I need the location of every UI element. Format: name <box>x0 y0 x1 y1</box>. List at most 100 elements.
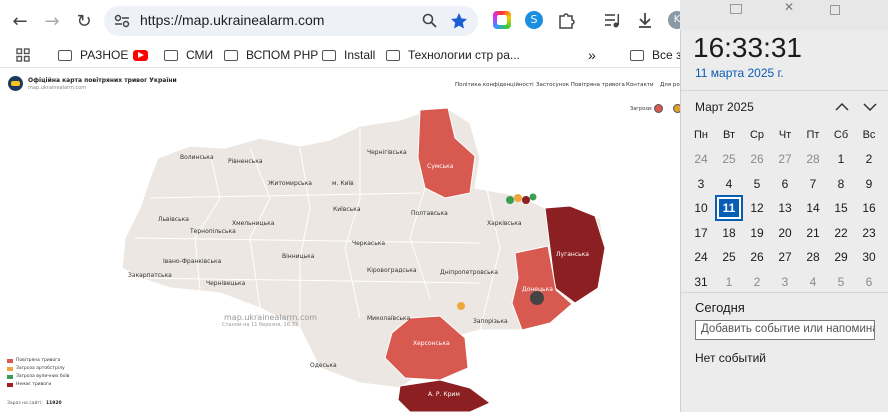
restore-icon[interactable] <box>730 4 742 14</box>
bookmark-folder-install[interactable]: Install <box>322 46 375 64</box>
zoom-icon[interactable] <box>422 13 438 29</box>
clock-time: 16:33:31 <box>693 32 802 63</box>
label-zhytomyrska: Житомирська <box>268 180 312 187</box>
legend-street-fights: Загроза вуличних боїв <box>7 374 69 379</box>
calendar-day[interactable]: 26 <box>743 147 771 171</box>
legend-no-alert: Немає тривоги <box>7 382 51 387</box>
calendar-day[interactable]: 22 <box>827 221 855 245</box>
reload-icon[interactable]: ↻ <box>72 9 96 33</box>
web-page: Офіційна карта повітряних тривог України… <box>0 68 680 412</box>
label-kharkivska: Харківська <box>487 220 522 227</box>
calendar-day[interactable]: 23 <box>855 221 883 245</box>
current-date-link[interactable]: 11 марта 2025 г. <box>695 66 784 80</box>
calendar-day[interactable]: 26 <box>743 245 771 269</box>
close-window-icon[interactable]: ✕ <box>784 0 794 14</box>
apps-grid-icon[interactable] <box>16 46 30 64</box>
bookmark-folder-raznoe[interactable]: РАЗНОЕ <box>58 46 128 64</box>
label-dnipropetrovska: Дніпропетровська <box>440 269 498 276</box>
download-icon[interactable] <box>636 11 654 29</box>
calendar-day[interactable]: 4 <box>715 172 743 196</box>
more-bookmarks-icon[interactable]: » <box>588 46 596 64</box>
extension-color-icon[interactable] <box>493 11 511 29</box>
calendar-day[interactable]: 10 <box>687 196 715 220</box>
add-event-input[interactable]: Добавить событие или напоминание <box>695 320 875 340</box>
legend-swatch <box>7 382 13 387</box>
weekday-header: Пн <box>694 129 708 141</box>
calendar-day[interactable]: 5 <box>827 270 855 294</box>
next-month-icon[interactable] <box>863 102 877 112</box>
back-icon[interactable]: ← <box>8 9 32 33</box>
calendar-day[interactable]: 24 <box>687 245 715 269</box>
folder-icon <box>386 49 400 61</box>
calendar-day[interactable]: 1 <box>715 270 743 294</box>
calendar-day[interactable]: 31 <box>687 270 715 294</box>
extensions-puzzle-icon[interactable] <box>557 11 575 29</box>
calendar-day[interactable]: 29 <box>827 245 855 269</box>
address-bar[interactable]: https://map.ukrainealarm.com <box>104 6 478 36</box>
calendar-day[interactable]: 24 <box>687 147 715 171</box>
weekday-header: Чт <box>778 129 792 141</box>
legend-swatch <box>7 366 13 371</box>
label-kyiv: м. Київ <box>332 180 354 187</box>
explosion-marker-icon[interactable] <box>530 291 544 305</box>
calendar-day[interactable]: 18 <box>715 221 743 245</box>
legend-swatch <box>7 358 13 363</box>
folder-icon <box>58 49 72 61</box>
label-lvivska: Львівська <box>158 216 189 223</box>
calendar-day[interactable]: 27 <box>771 245 799 269</box>
calendar-day[interactable]: 21 <box>799 221 827 245</box>
calendar-day[interactable]: 25 <box>715 147 743 171</box>
weekday-header: Вс <box>862 129 876 141</box>
calendar-day[interactable]: 12 <box>743 196 771 220</box>
calendar-day[interactable]: 27 <box>771 147 799 171</box>
calendar-day[interactable]: 15 <box>827 196 855 220</box>
weekday-header: Пт <box>806 129 820 141</box>
calendar-day[interactable]: 9 <box>855 172 883 196</box>
maximize-icon[interactable] <box>830 5 840 15</box>
calendar-day[interactable]: 3 <box>771 270 799 294</box>
calendar-day[interactable]: 13 <box>771 196 799 220</box>
calendar-day[interactable]: 7 <box>799 172 827 196</box>
label-rivnenska: Рівненська <box>228 158 263 165</box>
calendar-day[interactable]: 6 <box>771 172 799 196</box>
media-controls-icon[interactable] <box>603 11 621 29</box>
calendar-day-today[interactable]: 11 <box>715 195 743 221</box>
bookmark-youtube[interactable] <box>133 46 148 64</box>
bookmark-folder-smi[interactable]: СМИ <box>164 46 213 64</box>
ukraine-map[interactable] <box>0 68 680 412</box>
calendar-day[interactable]: 25 <box>715 245 743 269</box>
site-info-icon[interactable] <box>114 13 130 29</box>
calendar-day[interactable]: 8 <box>827 172 855 196</box>
calendar-day[interactable]: 19 <box>743 221 771 245</box>
calendar-day[interactable]: 4 <box>799 270 827 294</box>
forward-icon[interactable]: → <box>40 9 64 33</box>
calendar-day[interactable]: 3 <box>687 172 715 196</box>
label-sumska: Сумська <box>427 163 454 170</box>
month-title[interactable]: Март 2025 <box>695 100 754 114</box>
bookmark-star-icon[interactable] <box>450 12 468 30</box>
label-zaporizka: Запорізька <box>473 318 508 325</box>
calendar-day[interactable]: 2 <box>743 270 771 294</box>
prev-month-icon[interactable] <box>835 102 849 112</box>
shazam-icon[interactable]: S <box>525 11 543 29</box>
calendar-day[interactable]: 6 <box>855 270 883 294</box>
bookmark-folder-php[interactable]: ВСПОМ PHP <box>224 46 318 64</box>
no-events-text: Нет событий <box>695 351 766 365</box>
calendar-day[interactable]: 1 <box>827 147 855 171</box>
bookmark-folder-tech[interactable]: Технологии стр ра... <box>386 46 520 64</box>
label-odeska: Одеська <box>310 362 337 369</box>
calendar-day[interactable]: 14 <box>799 196 827 220</box>
calendar-day[interactable]: 28 <box>799 147 827 171</box>
legend-swatch <box>7 374 13 379</box>
label-vinnytska: Вінницька <box>282 253 315 260</box>
calendar-day[interactable]: 5 <box>743 172 771 196</box>
calendar-day[interactable]: 30 <box>855 245 883 269</box>
legend-air-alert: Повітряна тривога <box>7 358 60 363</box>
calendar-day[interactable]: 28 <box>799 245 827 269</box>
calendar-day[interactable]: 2 <box>855 147 883 171</box>
youtube-icon <box>133 49 148 61</box>
calendar-day[interactable]: 20 <box>771 221 799 245</box>
calendar-day[interactable]: 17 <box>687 221 715 245</box>
calendar-day[interactable]: 16 <box>855 196 883 220</box>
visits-label: Зараз на сайті: <box>7 401 43 406</box>
